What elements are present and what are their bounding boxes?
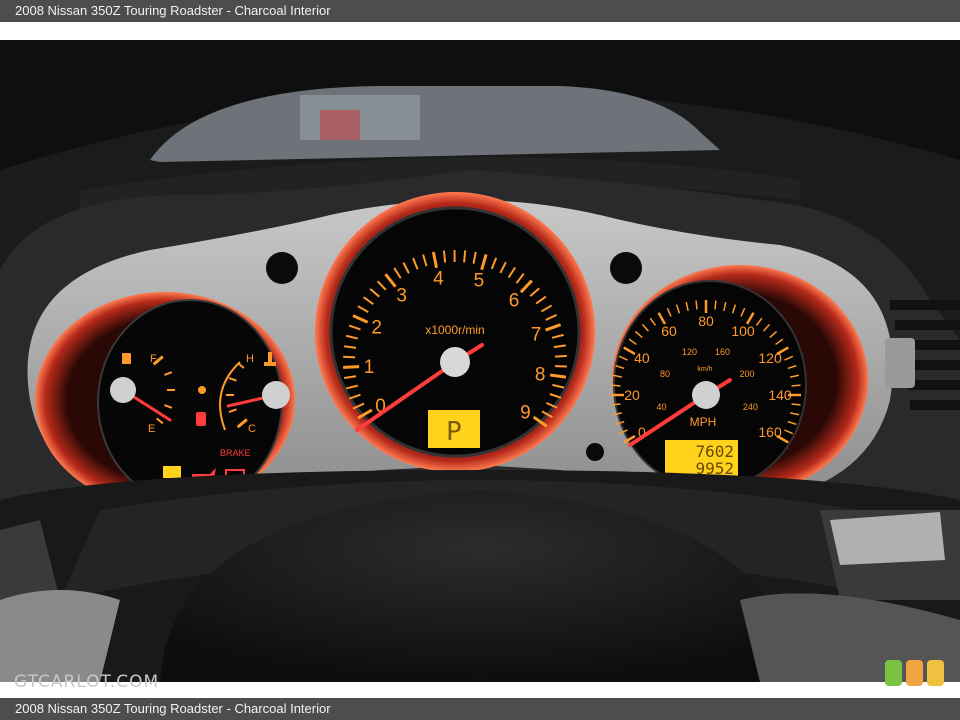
mph-label: 20 — [624, 387, 640, 403]
tach-tick — [463, 250, 467, 263]
tach-label: 6 — [509, 290, 520, 311]
tach-label: 3 — [396, 286, 407, 307]
speedometer-hub — [692, 381, 720, 409]
kmh-label: 80 — [660, 369, 670, 379]
kmh-label: 240 — [743, 402, 758, 412]
tach-label: 8 — [535, 365, 546, 386]
tach-label: 7 — [531, 324, 542, 345]
tach-tick — [343, 355, 356, 359]
kmh-label: 160 — [715, 347, 730, 357]
green-badge-icon — [885, 660, 902, 686]
speed-tick — [611, 403, 621, 406]
temp-hot-label: H — [246, 353, 254, 365]
gear-indicator: P — [446, 417, 462, 447]
check-engine-icon — [163, 466, 181, 478]
tach-tick — [343, 365, 360, 369]
instrument-cluster-illustration: 01234 56789 x1000r/min 020406080100120140… — [0, 40, 960, 682]
yellow-badge-icon — [927, 660, 944, 686]
watermark-logo: GTCARLOT.COM — [14, 672, 160, 692]
mph-label: 60 — [661, 323, 677, 339]
steering-wheel — [0, 470, 960, 682]
temp-cold-label: C — [248, 423, 256, 435]
seatbelt-icon — [198, 386, 206, 394]
mph-label: 80 — [698, 313, 714, 329]
mph-unit: MPH — [690, 415, 717, 429]
tach-label: 9 — [520, 402, 531, 423]
mph-label: 140 — [768, 387, 792, 403]
speed-tick — [695, 300, 698, 310]
tach-label: 4 — [433, 269, 444, 290]
orange-badge-icon — [906, 660, 923, 686]
tachometer-unit: x1000r/min — [425, 323, 484, 337]
tach-tick — [554, 354, 567, 358]
door-open-icon — [196, 412, 206, 426]
kmh-label: 40 — [657, 402, 667, 412]
speed-tick — [791, 403, 801, 406]
tach-label: 1 — [364, 357, 375, 378]
speed-tick — [714, 300, 717, 310]
top-caption-bar: 2008 Nissan 350Z Touring Roadster - Char… — [0, 0, 960, 22]
tach-tick — [442, 250, 447, 263]
mph-label: 160 — [758, 424, 782, 440]
speed-tick — [791, 384, 801, 387]
mph-label: 40 — [634, 350, 650, 366]
tach-label: 5 — [474, 270, 485, 291]
tachometer-hub — [440, 347, 470, 377]
kmh-label: 120 — [682, 347, 697, 357]
mph-label: 100 — [731, 323, 755, 339]
tach-label: 2 — [371, 317, 382, 338]
speedometer-pod — [612, 265, 868, 495]
dashboard-photo: 0123456789 x1000r/min 0 20 40 60 80 100 120 140… — [0, 40, 960, 682]
speed-tick — [611, 384, 621, 387]
top-caption: 2008 Nissan 350Z Touring Roadster - Char… — [15, 3, 331, 18]
mph-label: 120 — [758, 350, 782, 366]
fuel-full-label: F — [150, 353, 157, 365]
kmh-label: 200 — [739, 369, 754, 379]
brake-warning-light: BRAKE — [220, 448, 251, 458]
fuel-pump-icon — [122, 353, 131, 364]
bottom-caption-bar: 2008 Nissan 350Z Touring Roadster - Char… — [0, 698, 960, 720]
bottom-caption: 2008 Nissan 350Z Touring Roadster - Char… — [15, 701, 331, 716]
fuel-empty-label: E — [148, 423, 155, 435]
kmh-unit: km/h — [697, 366, 712, 373]
